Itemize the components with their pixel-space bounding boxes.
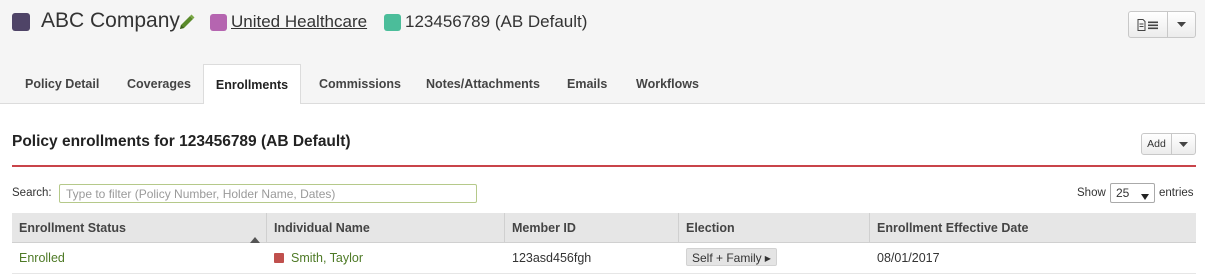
document-list-icon[interactable] (1129, 12, 1168, 37)
company-color-swatch (12, 13, 30, 31)
search-label: Search: (12, 187, 52, 199)
tab-notes-attachments[interactable]: Notes/Attachments (426, 64, 540, 104)
election-cell: Self + Family ▶ (679, 243, 777, 274)
column-header-member-id[interactable]: Member ID (505, 213, 679, 243)
person-color-swatch (274, 253, 284, 263)
table-header: Enrollment Status Individual Name Member… (12, 213, 1196, 243)
enrollments-panel: Policy enrollments for 123456789 (AB Def… (0, 104, 1205, 279)
election-chip[interactable]: Self + Family ▶ (686, 248, 777, 266)
caret-right-icon: ▶ (764, 254, 771, 263)
enrollments-table: Enrollment Status Individual Name Member… (12, 213, 1196, 274)
company-name: ABC Company (41, 9, 180, 32)
search-input[interactable] (59, 184, 477, 203)
section-divider (12, 165, 1196, 167)
plan-name: 123456789 (AB Default) (405, 12, 588, 31)
plan-color-swatch (384, 14, 401, 31)
individual-name-cell[interactable]: Smith, Taylor (267, 243, 363, 274)
tab-commissions[interactable]: Commissions (319, 64, 401, 104)
carrier-color-swatch (210, 14, 227, 31)
column-header-individual-name[interactable]: Individual Name (267, 213, 505, 243)
tab-workflows[interactable]: Workflows (636, 64, 699, 104)
tab-emails[interactable]: Emails (567, 64, 607, 104)
column-header-label: Enrollment Status (19, 221, 126, 235)
actions-menu-button[interactable] (1128, 11, 1196, 38)
effective-date-cell: 08/01/2017 (877, 251, 940, 265)
show-label: Show (1077, 187, 1106, 199)
table-row: Enrolled Smith, Taylor 123asd456fgh Self… (12, 243, 1196, 274)
policy-header: ABC Company United Healthcare 123456789 … (0, 0, 1205, 64)
column-header-enrollment-status[interactable]: Enrollment Status (12, 213, 267, 243)
enrollment-status-cell: Enrolled (19, 251, 65, 265)
add-enrollment-button[interactable]: Add (1141, 133, 1196, 155)
section-title: Policy enrollments for 123456789 (AB Def… (12, 133, 351, 150)
chevron-down-icon[interactable] (1168, 12, 1195, 37)
individual-name-link[interactable]: Smith, Taylor (291, 251, 363, 265)
member-id-cell: 123asd456fgh (512, 251, 592, 265)
column-header-election[interactable]: Election (679, 213, 870, 243)
chevron-down-icon[interactable] (1172, 134, 1195, 154)
column-header-effective-date[interactable]: Enrollment Effective Date (870, 213, 1196, 243)
pencil-icon[interactable] (178, 13, 196, 31)
tab-enrollments[interactable]: Enrollments (203, 64, 301, 105)
election-label: Self + Family (692, 251, 762, 265)
entries-label: entries (1159, 187, 1194, 199)
tab-coverages[interactable]: Coverages (127, 64, 191, 104)
page-size-select[interactable]: 25 (1110, 183, 1155, 203)
page-size-value: 25 (1116, 186, 1130, 200)
policy-tabs: Policy Detail Coverages Enrollments Comm… (0, 64, 1205, 105)
add-button-label[interactable]: Add (1142, 134, 1172, 154)
tab-policy-detail[interactable]: Policy Detail (25, 64, 99, 104)
dropdown-arrow-icon (1141, 189, 1149, 203)
carrier-link[interactable]: United Healthcare (231, 12, 367, 32)
